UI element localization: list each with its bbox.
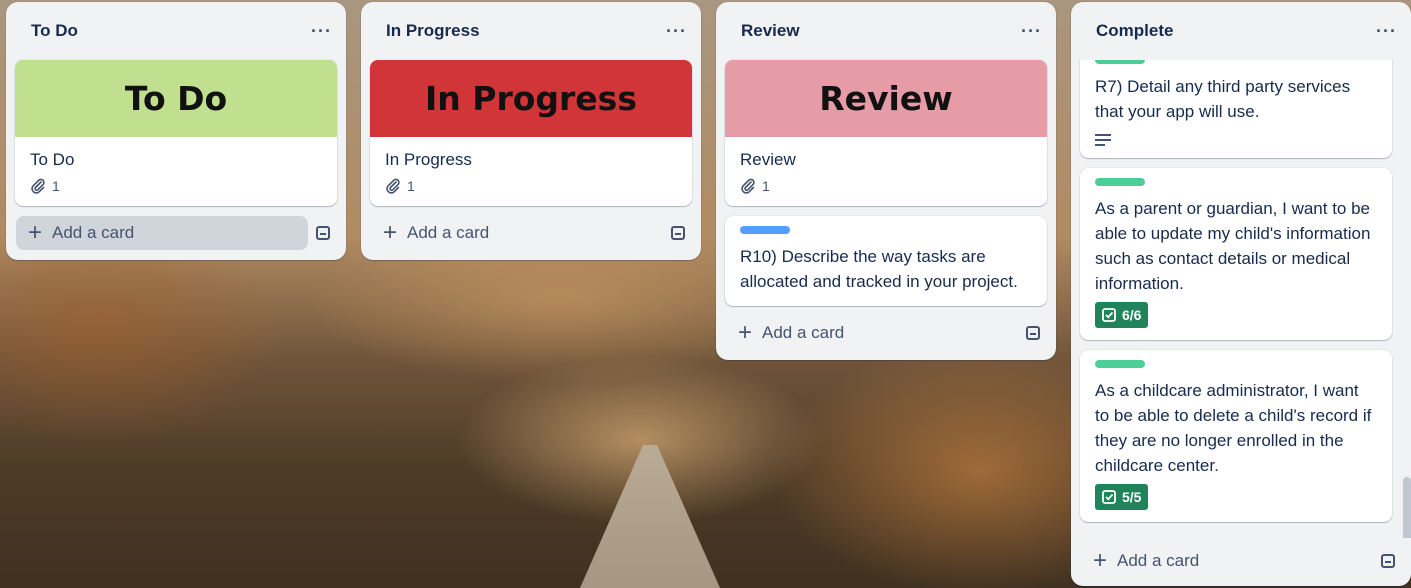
list-review: Review ··· Review Review 1 R10) Describe… <box>716 2 1056 360</box>
add-card-row: + Add a card <box>716 316 1056 360</box>
list-title[interactable]: Review <box>741 21 800 41</box>
card-title: As a childcare administrator, I want to … <box>1095 381 1372 475</box>
cover-text: In Progress <box>425 79 637 118</box>
paperclip-icon <box>31 178 45 194</box>
card-template-icon[interactable] <box>1381 554 1395 568</box>
plus-icon: + <box>1093 547 1108 574</box>
plus-icon: + <box>28 219 43 246</box>
list-menu-button[interactable]: ··· <box>311 21 332 42</box>
card-body: To Do 1 <box>15 137 337 206</box>
card[interactable]: R10) Describe the way tasks are allocate… <box>725 216 1047 306</box>
add-card-row: + Add a card <box>361 216 701 260</box>
card-body: As a childcare administrator, I want to … <box>1080 350 1392 522</box>
background-path <box>580 445 720 588</box>
card-cover: In Progress <box>370 60 692 137</box>
card-body: R10) Describe the way tasks are allocate… <box>725 216 1047 306</box>
card[interactable]: Review Review 1 <box>725 60 1047 206</box>
card-label[interactable] <box>1095 178 1145 186</box>
card-template-icon[interactable] <box>1026 326 1040 340</box>
add-card-label: Add a card <box>1117 551 1200 570</box>
card-title: As a parent or guardian, I want to be ab… <box>1095 199 1371 293</box>
card-title: To Do <box>30 150 75 169</box>
list-to-do: To Do ··· To Do To Do 1 + Add a card <box>6 2 346 260</box>
paperclip-icon <box>741 178 755 194</box>
list-title[interactable]: To Do <box>31 21 78 41</box>
card-title: R7) Detail any third party services that… <box>1095 77 1351 121</box>
card-cover: Review <box>725 60 1047 137</box>
list-header: Complete ··· <box>1071 2 1411 60</box>
add-card-button[interactable]: + Add a card <box>1081 544 1373 578</box>
checklist-badge: 6/6 <box>1095 302 1149 328</box>
card-badges: 1 <box>385 178 677 194</box>
add-card-button[interactable]: + Add a card <box>371 216 663 250</box>
card-list: To Do To Do 1 <box>6 60 346 206</box>
paperclip-icon <box>386 178 400 194</box>
list-complete: Complete ··· R7) Detail any third party … <box>1071 2 1411 586</box>
card-title: Review <box>740 150 796 169</box>
card-template-icon[interactable] <box>316 226 330 240</box>
card-title: In Progress <box>385 150 472 169</box>
card[interactable]: R7) Detail any third party services that… <box>1080 60 1392 158</box>
card-list: In Progress In Progress 1 <box>361 60 701 206</box>
card-body: R7) Detail any third party services that… <box>1080 60 1392 158</box>
card-cover: To Do <box>15 60 337 137</box>
card-body: As a parent or guardian, I want to be ab… <box>1080 168 1392 340</box>
checklist-count: 5/5 <box>1122 489 1142 505</box>
card-body: In Progress 1 <box>370 137 692 206</box>
list-header: Review ··· <box>716 2 1056 60</box>
card-template-icon[interactable] <box>671 226 685 240</box>
attachment-count: 1 <box>52 178 60 194</box>
list-header: In Progress ··· <box>361 2 701 60</box>
card-label[interactable] <box>1095 360 1145 368</box>
attachment-count: 1 <box>407 178 415 194</box>
scrollbar-thumb[interactable] <box>1403 477 1411 538</box>
checkbox-icon <box>1102 490 1116 504</box>
add-card-row: + Add a card <box>6 216 346 260</box>
add-card-label: Add a card <box>762 323 845 342</box>
card-label[interactable] <box>1095 60 1145 64</box>
list-title[interactable]: Complete <box>1096 21 1173 41</box>
add-card-button[interactable]: + Add a card <box>16 216 308 250</box>
cover-text: To Do <box>124 79 228 118</box>
add-card-row: + Add a card <box>1071 538 1411 586</box>
card[interactable]: To Do To Do 1 <box>15 60 337 206</box>
scrollbar[interactable] <box>1401 122 1411 538</box>
list-header: To Do ··· <box>6 2 346 60</box>
card[interactable]: As a childcare administrator, I want to … <box>1080 350 1392 522</box>
description-icon <box>1095 134 1111 146</box>
checklist-count: 6/6 <box>1122 307 1142 323</box>
card-list-scroll[interactable]: R7) Detail any third party services that… <box>1071 60 1411 538</box>
cover-text: Review <box>819 79 953 118</box>
card-label[interactable] <box>740 226 790 234</box>
card-badges: 1 <box>30 178 322 194</box>
card-badges: 1 <box>740 178 1032 194</box>
card-list: Review Review 1 R10) Describe the way ta… <box>716 60 1056 306</box>
add-card-label: Add a card <box>52 223 135 242</box>
card[interactable]: In Progress In Progress 1 <box>370 60 692 206</box>
list-in-progress: In Progress ··· In Progress In Progress … <box>361 2 701 260</box>
list-title[interactable]: In Progress <box>386 21 480 41</box>
plus-icon: + <box>738 319 753 346</box>
card-list: R7) Detail any third party services that… <box>1071 60 1411 522</box>
plus-icon: + <box>383 219 398 246</box>
card[interactable]: As a parent or guardian, I want to be ab… <box>1080 168 1392 340</box>
card-title: R10) Describe the way tasks are allocate… <box>740 247 1018 291</box>
list-menu-button[interactable]: ··· <box>1021 21 1042 42</box>
attachment-count: 1 <box>762 178 770 194</box>
list-menu-button[interactable]: ··· <box>1376 21 1397 42</box>
checklist-badge: 5/5 <box>1095 484 1149 510</box>
checkbox-icon <box>1102 308 1116 322</box>
add-card-label: Add a card <box>407 223 490 242</box>
list-menu-button[interactable]: ··· <box>666 21 687 42</box>
add-card-button[interactable]: + Add a card <box>726 316 1018 350</box>
card-body: Review 1 <box>725 137 1047 206</box>
